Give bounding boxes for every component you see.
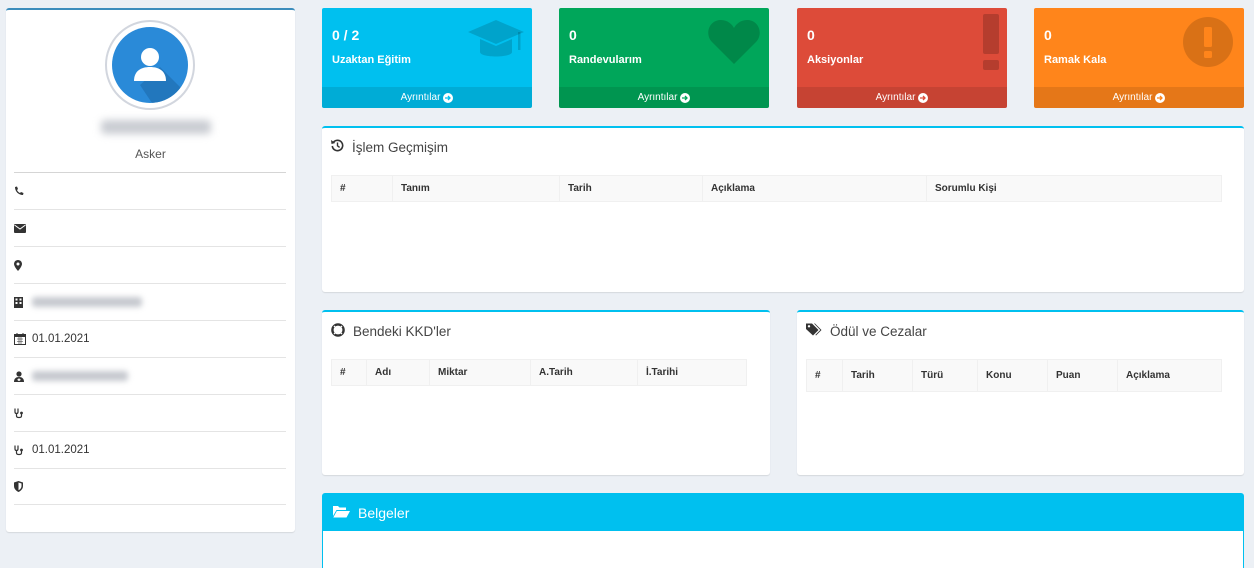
map-marker-icon bbox=[14, 259, 32, 271]
arrow-circle-right-icon bbox=[1155, 92, 1166, 103]
avatar bbox=[105, 20, 195, 110]
info-phone bbox=[14, 172, 286, 209]
profile-card: Asker 01.01.2021 01.01.2021 bbox=[6, 8, 295, 532]
history-icon bbox=[331, 139, 344, 155]
profile-info-list: 01.01.2021 01.01.2021 bbox=[14, 172, 286, 505]
stat-details-link[interactable]: Ayrıntılar bbox=[797, 87, 1007, 108]
arrow-circle-right-icon bbox=[443, 92, 454, 103]
graduation-cap-icon bbox=[468, 16, 524, 69]
phone-icon bbox=[14, 186, 32, 196]
stethoscope-icon bbox=[14, 445, 32, 456]
awards-panel: Ödül ve Cezalar # Tarih Türü Konu Puan A… bbox=[797, 310, 1244, 475]
tags-icon bbox=[806, 323, 822, 339]
info-date: 01.01.2021 bbox=[14, 320, 286, 357]
shield-icon bbox=[14, 481, 32, 492]
stat-actions: 0 Aksiyonlar Ayrıntılar bbox=[797, 8, 1007, 108]
awards-title: Ödül ve Cezalar bbox=[806, 323, 927, 339]
life-ring-icon bbox=[331, 323, 345, 340]
kkd-panel: Bendeki KKD'ler # Adı Miktar A.Tarih İ.T… bbox=[322, 310, 770, 475]
user-doctor-icon bbox=[14, 370, 32, 382]
history-title: İşlem Geçmişim bbox=[331, 139, 448, 155]
folder-open-icon bbox=[333, 505, 350, 521]
user-name-redacted bbox=[101, 120, 211, 134]
stethoscope-icon bbox=[14, 408, 32, 419]
stat-details-link[interactable]: Ayrıntılar bbox=[559, 87, 769, 108]
info-doctor bbox=[14, 357, 286, 394]
user-avatar-icon bbox=[112, 27, 188, 103]
info-health-date: 01.01.2021 bbox=[14, 431, 286, 468]
documents-header: Belgeler bbox=[323, 494, 1243, 531]
exclamation-circle-icon bbox=[1182, 16, 1234, 71]
kkd-table: # Adı Miktar A.Tarih İ.Tarihi bbox=[331, 359, 747, 386]
heart-icon bbox=[707, 16, 761, 69]
calendar-icon bbox=[14, 333, 32, 345]
stat-remote-training: 0 / 2 Uzaktan Eğitim Ayrıntılar bbox=[322, 8, 532, 108]
arrow-circle-right-icon bbox=[918, 92, 929, 103]
building-icon bbox=[14, 296, 32, 308]
history-table: # Tanım Tarih Açıklama Sorumlu Kişi bbox=[331, 175, 1222, 202]
info-health bbox=[14, 394, 286, 431]
info-security bbox=[14, 468, 286, 505]
info-email bbox=[14, 209, 286, 246]
info-address bbox=[14, 246, 286, 283]
documents-panel: Belgeler bbox=[322, 493, 1244, 568]
doctor-redacted bbox=[32, 371, 128, 381]
stat-near-miss: 0 Ramak Kala Ayrıntılar bbox=[1034, 8, 1244, 108]
kkd-title: Bendeki KKD'ler bbox=[331, 323, 451, 340]
history-panel: İşlem Geçmişim # Tanım Tarih Açıklama So… bbox=[322, 126, 1244, 292]
arrow-circle-right-icon bbox=[680, 92, 691, 103]
awards-table: # Tarih Türü Konu Puan Açıklama bbox=[806, 359, 1222, 392]
info-company bbox=[14, 283, 286, 320]
envelope-icon bbox=[14, 223, 32, 233]
company-redacted bbox=[32, 297, 142, 307]
stat-appointments: 0 Randevularım Ayrıntılar bbox=[559, 8, 769, 108]
exclamation-icon bbox=[981, 12, 1001, 75]
stat-details-link[interactable]: Ayrıntılar bbox=[322, 87, 532, 108]
user-role: Asker bbox=[135, 147, 166, 161]
stat-details-link[interactable]: Ayrıntılar bbox=[1034, 87, 1244, 108]
